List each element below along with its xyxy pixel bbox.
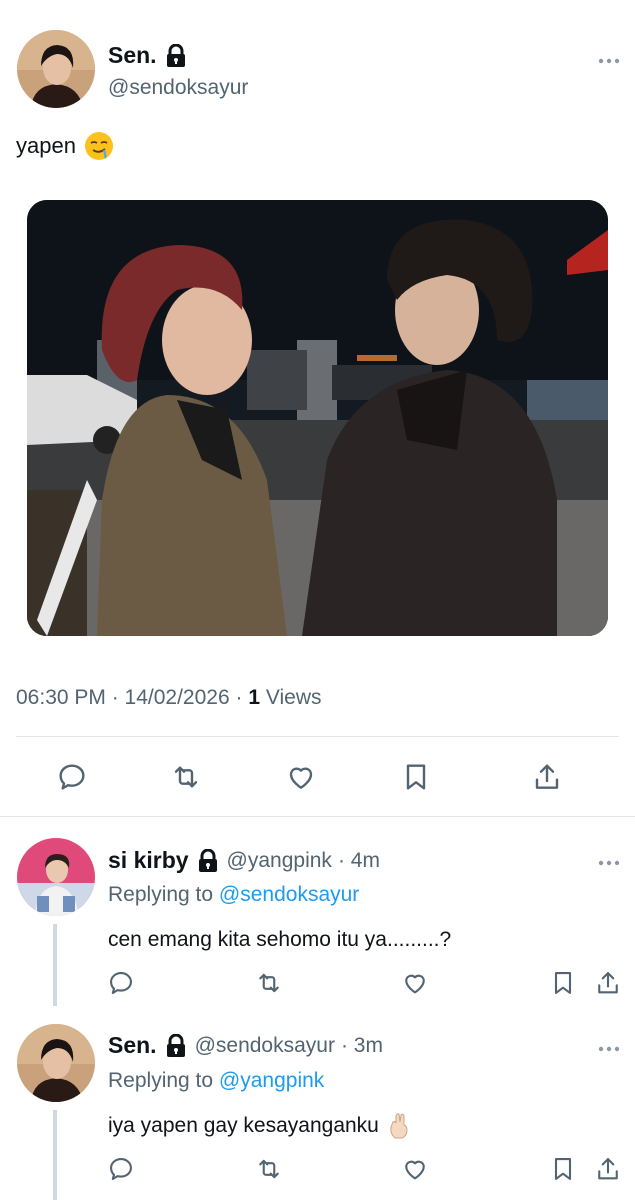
tweet-timestamp: 06:30 PM · 14/02/2026 · (16, 686, 243, 709)
tweet-text: yapen (16, 131, 114, 161)
reply-tweet: Sen. @sendoksayur · 3m Replying to @yang… (0, 1006, 635, 1200)
reply-time: · 3m (340, 1033, 383, 1057)
avatar[interactable] (17, 30, 95, 108)
display-name[interactable]: si kirby (108, 847, 189, 874)
author-handle[interactable]: @sendoksayur (108, 76, 248, 100)
tweet-text-content: cen emang kita sehomo itu ya.........? (108, 928, 452, 951)
replying-to-prefix: Replying to (108, 1069, 214, 1092)
like-icon[interactable] (284, 760, 318, 794)
more-icon[interactable] (597, 52, 621, 64)
reply-icon[interactable] (106, 1154, 136, 1184)
tweet-meta: 06:30 PM · 14/02/2026 · 1 Views (16, 686, 322, 710)
main-tweet: Sen. @sendoksayur yapen 06:30 PM · 14/02… (0, 0, 635, 820)
reply-icon[interactable] (55, 760, 89, 794)
divider (0, 816, 635, 817)
author-handle[interactable]: @yangpink (227, 849, 332, 873)
tweet-text-content: yapen (16, 133, 76, 158)
avatar[interactable] (17, 1024, 95, 1102)
tweet-action-bar (0, 1154, 635, 1194)
tweet-text: cen emang kita sehomo itu ya.........? (108, 928, 451, 952)
author-name-line: Sen. @sendoksayur · 3m (108, 1032, 383, 1059)
tweet-action-bar (0, 738, 635, 816)
replying-to-line: Replying to @sendoksayur (108, 883, 359, 907)
avatar[interactable] (17, 838, 95, 916)
divider (16, 736, 619, 737)
author-name-line: si kirby @yangpink · 4m (108, 847, 380, 874)
tweet-text-content: iya yapen gay kesayanganku (108, 1114, 379, 1137)
like-icon[interactable] (400, 1154, 430, 1184)
share-icon[interactable] (593, 1154, 623, 1184)
more-icon[interactable] (597, 1040, 621, 1052)
replying-to-mention[interactable]: @sendoksayur (219, 883, 359, 906)
retweet-icon[interactable] (169, 760, 203, 794)
lock-icon (165, 1033, 187, 1058)
like-icon[interactable] (400, 968, 430, 998)
hand-gesture-emoji (387, 1112, 411, 1140)
bookmark-icon[interactable] (399, 760, 433, 794)
tweet-photo[interactable] (27, 200, 608, 636)
share-icon[interactable] (530, 760, 564, 794)
display-name[interactable]: Sen. (108, 42, 157, 69)
views-count: 1 (248, 686, 261, 709)
author-name-line: Sen. (108, 42, 187, 69)
share-icon[interactable] (593, 968, 623, 998)
tweet-text: iya yapen gay kesayanganku (108, 1112, 411, 1140)
reply-time: · 4m (337, 848, 380, 872)
tweet-action-bar (0, 968, 635, 1008)
reply-tweet: si kirby @yangpink · 4m Replying to @sen… (0, 820, 635, 1006)
views-label: Views (265, 686, 322, 709)
bookmark-icon[interactable] (548, 1154, 578, 1184)
relieved-drooling-face-emoji (84, 131, 114, 161)
bookmark-icon[interactable] (548, 968, 578, 998)
author-handle[interactable]: @sendoksayur (195, 1034, 335, 1058)
more-icon[interactable] (597, 854, 621, 866)
replying-to-mention[interactable]: @yangpink (219, 1069, 324, 1092)
lock-icon (197, 848, 219, 873)
replying-to-prefix: Replying to (108, 883, 214, 906)
reply-icon[interactable] (106, 968, 136, 998)
retweet-icon[interactable] (254, 968, 284, 998)
retweet-icon[interactable] (254, 1154, 284, 1184)
display-name[interactable]: Sen. (108, 1032, 157, 1059)
replying-to-line: Replying to @yangpink (108, 1069, 324, 1093)
lock-icon (165, 43, 187, 68)
